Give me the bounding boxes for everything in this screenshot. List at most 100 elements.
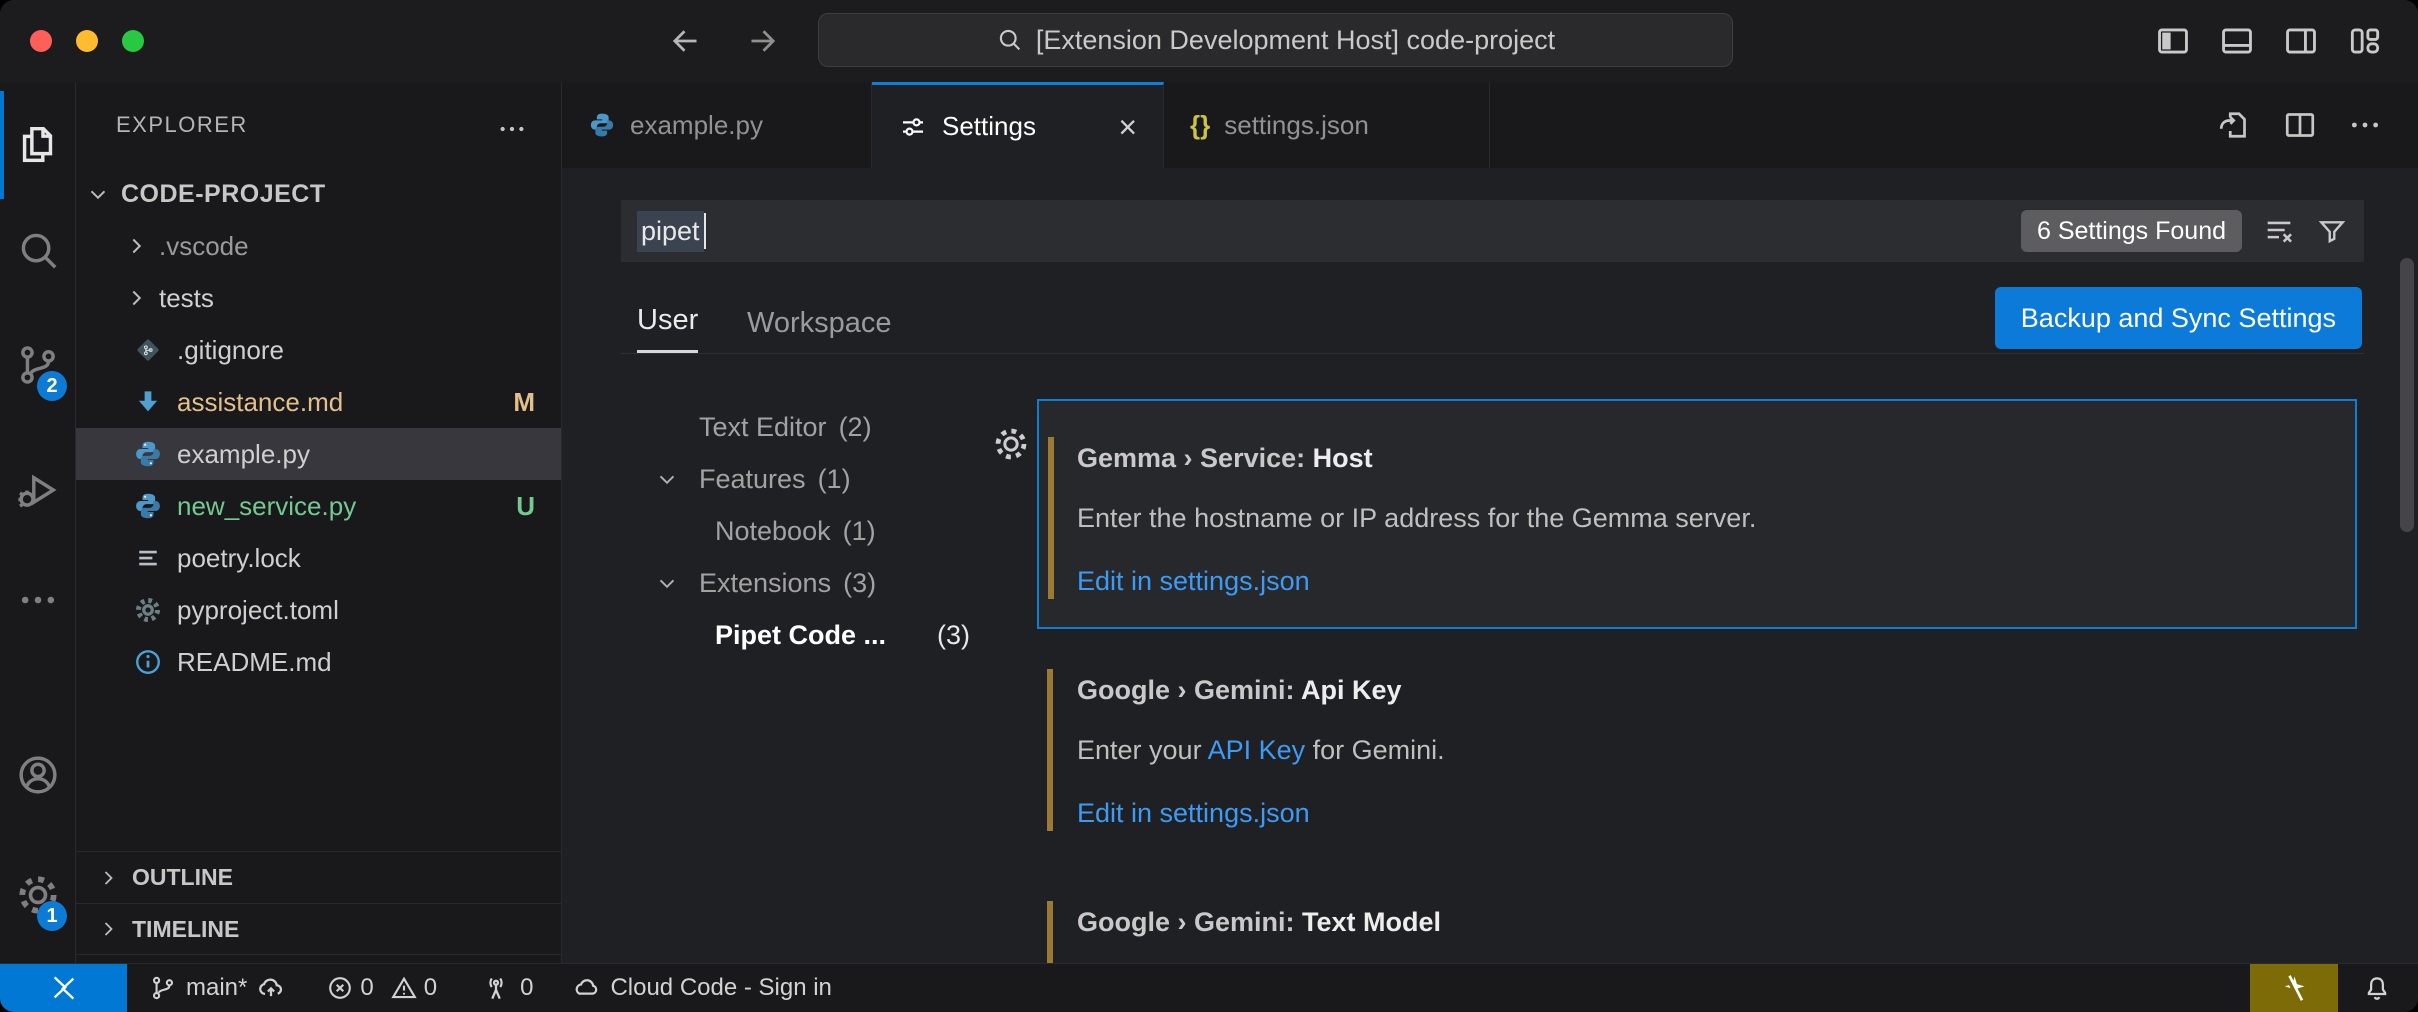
sidebar-item-settings-gear[interactable]: 1 xyxy=(0,845,75,945)
publish-cloud-icon[interactable] xyxy=(256,973,286,1003)
clear-search-icon[interactable] xyxy=(2262,214,2296,248)
outline-label: OUTLINE xyxy=(132,864,233,891)
tree-item-label: new_service.py xyxy=(177,491,356,522)
outline-section[interactable]: OUTLINE xyxy=(76,851,561,903)
tree-item-example-py[interactable]: example.py xyxy=(76,428,561,480)
sidebar-item-run-debug[interactable] xyxy=(0,440,75,540)
search-controls: 6 Settings Found xyxy=(2021,210,2364,252)
tree-item-gitignore[interactable]: .gitignore xyxy=(76,324,561,376)
api-key-link[interactable]: API Key xyxy=(1208,735,1306,765)
setting-title: Google › Gemini: Text Model xyxy=(1077,905,2317,939)
customize-layout-icon[interactable] xyxy=(2346,22,2384,60)
edit-in-settings-json-link[interactable]: Edit in settings.json xyxy=(1077,564,1310,598)
settings-found-badge: 6 Settings Found xyxy=(2021,210,2242,252)
settings-search-input[interactable]: pipet 6 Settings Found xyxy=(621,200,2364,262)
sidebar-item-source-control[interactable]: 2 xyxy=(0,315,75,415)
toc-item-text-editor[interactable]: Text Editor(2) xyxy=(621,401,1021,453)
activity-bar: 2 1 xyxy=(0,82,76,964)
more-actions-icon[interactable] xyxy=(2348,108,2382,142)
toggle-panel-icon[interactable] xyxy=(2218,22,2256,60)
command-center[interactable]: [Extension Development Host] code-projec… xyxy=(818,13,1733,67)
git-branch-status[interactable]: main* xyxy=(149,973,286,1003)
run-debug-icon xyxy=(15,467,61,513)
tree-item-new-service-py[interactable]: new_service.py U xyxy=(76,480,561,532)
traffic-lights xyxy=(30,30,144,52)
toggle-primary-sidebar-icon[interactable] xyxy=(2154,22,2192,60)
status-bar: main* 0 0 0 Cloud Code - Sign in xyxy=(0,963,2418,1012)
filter-icon[interactable] xyxy=(2316,215,2348,247)
tab-label: example.py xyxy=(630,110,763,141)
forward-icon[interactable] xyxy=(744,23,780,59)
explorer-sidebar: EXPLORER CODE-PROJECT .vscode tests xyxy=(76,82,562,964)
tab-example-py[interactable]: example.py xyxy=(562,82,872,168)
toc-label: Features xyxy=(699,464,806,495)
scope-tab-user[interactable]: User xyxy=(637,290,698,353)
backup-sync-settings-button[interactable]: Backup and Sync Settings xyxy=(1995,287,2362,349)
scope-tab-workspace[interactable]: Workspace xyxy=(747,293,892,353)
toc-item-features[interactable]: Features (1) xyxy=(621,453,1021,505)
open-settings-json-icon[interactable] xyxy=(2216,107,2252,143)
layout-controls xyxy=(2154,0,2384,82)
branch-icon xyxy=(149,974,177,1002)
tree-item-assistance-md[interactable]: assistance.md M xyxy=(76,376,561,428)
search-icon xyxy=(996,26,1024,54)
minimize-window-button[interactable] xyxy=(76,30,98,52)
setting-google-gemini-api-key[interactable]: Google › Gemini: Api Key Enter your API … xyxy=(1037,631,2357,861)
tree-item-readme-md[interactable]: README.md xyxy=(76,636,561,688)
setting-google-gemini-text-model[interactable]: Google › Gemini: Text Model xyxy=(1037,863,2357,964)
setting-description: Enter the hostname or IP address for the… xyxy=(1077,501,2317,535)
tree-item-vscode[interactable]: .vscode xyxy=(76,220,561,272)
account-icon xyxy=(15,752,61,798)
timeline-section[interactable]: TIMELINE xyxy=(76,903,561,955)
toc-count: (2) xyxy=(839,412,872,443)
source-control-badge: 2 xyxy=(37,371,67,401)
toc-item-extensions[interactable]: Extensions(3) xyxy=(621,557,1021,609)
cloud-code-signin[interactable]: Cloud Code - Sign in xyxy=(571,973,831,1003)
tree-item-label: poetry.lock xyxy=(177,543,301,574)
toc-count: (1) xyxy=(818,464,851,495)
settings-toc: Text Editor(2) Features (1) Notebook(1) E… xyxy=(621,401,1021,661)
explorer-more-actions-icon[interactable] xyxy=(497,114,527,144)
remote-indicator[interactable] xyxy=(0,964,127,1012)
tree-item-label: README.md xyxy=(177,647,332,678)
zoom-window-button[interactable] xyxy=(122,30,144,52)
toc-count: (3) xyxy=(843,568,876,599)
tab-settings-json[interactable]: {} settings.json xyxy=(1164,82,1490,168)
chevron-down-icon xyxy=(654,466,680,492)
toc-item-pipet-code[interactable]: Pipet Code ... (3) xyxy=(621,609,1021,661)
toc-label: Notebook xyxy=(715,516,831,547)
setting-name: Host xyxy=(1313,443,1373,473)
back-icon[interactable] xyxy=(668,23,704,59)
settings-content: Text Editor(2) Features (1) Notebook(1) E… xyxy=(562,353,2418,964)
setting-gemma-service-host[interactable]: Gemma › Service: Host Enter the hostname… xyxy=(1037,399,2357,629)
tree-root-code-project[interactable]: CODE-PROJECT xyxy=(76,168,561,220)
explorer-header: EXPLORER xyxy=(76,82,561,168)
sidebar-item-explorer[interactable] xyxy=(0,95,75,195)
tab-settings[interactable]: Settings × xyxy=(872,82,1164,168)
close-tab-icon[interactable]: × xyxy=(1118,111,1137,143)
toggle-secondary-sidebar-icon[interactable] xyxy=(2282,22,2320,60)
branch-name: main* xyxy=(186,974,247,1002)
scrollbar-thumb[interactable] xyxy=(2400,258,2414,532)
setting-actions-gear-icon[interactable] xyxy=(992,425,1030,463)
sidebar-item-more[interactable] xyxy=(0,550,75,650)
edit-in-settings-json-link[interactable]: Edit in settings.json xyxy=(1077,796,1310,830)
copilot-disabled-status[interactable] xyxy=(2250,964,2338,1012)
tab-bar: example.py Settings × {} settings.json xyxy=(562,82,2418,168)
toc-item-notebook[interactable]: Notebook(1) xyxy=(621,505,1021,557)
setting-category: Google › Gemini: xyxy=(1077,907,1302,937)
tree-item-label: example.py xyxy=(177,439,310,470)
ports-status[interactable]: 0 xyxy=(481,973,533,1003)
tree-item-pyproject-toml[interactable]: pyproject.toml xyxy=(76,584,561,636)
chevron-right-icon xyxy=(96,866,120,890)
tree-item-poetry-lock[interactable]: poetry.lock xyxy=(76,532,561,584)
tree-item-label: .gitignore xyxy=(177,335,284,366)
sidebar-item-search[interactable] xyxy=(0,200,75,300)
close-window-button[interactable] xyxy=(30,30,52,52)
tab-label: Settings xyxy=(942,111,1036,142)
problems-status[interactable]: 0 0 xyxy=(326,974,447,1002)
notifications-bell-icon[interactable] xyxy=(2362,973,2392,1003)
split-editor-icon[interactable] xyxy=(2282,107,2318,143)
tree-item-tests[interactable]: tests xyxy=(76,272,561,324)
sidebar-item-accounts[interactable] xyxy=(0,725,75,825)
